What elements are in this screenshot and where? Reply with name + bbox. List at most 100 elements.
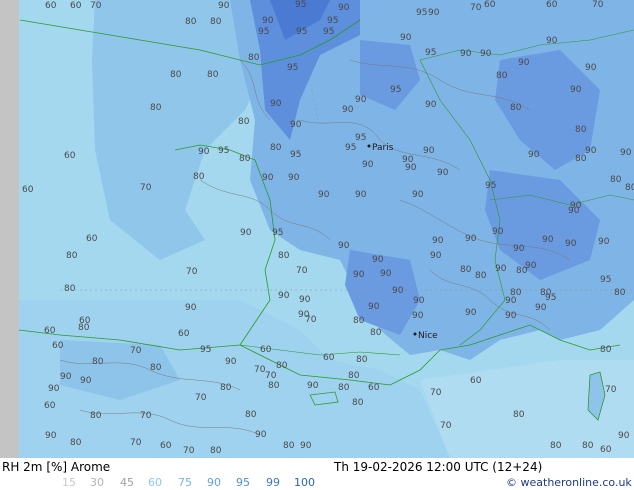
isohume-label: 90 [570,85,582,95]
isohume-label: 90 [48,384,60,394]
isohume-label: 80 [610,175,622,185]
isohume-label: 90 [290,120,302,130]
isohume-label: 90 [299,295,311,305]
scale-step: 90 [207,476,221,489]
isohume-label: 80 [150,103,162,113]
isohume-label: 90 [413,296,425,306]
isohume-label: 70 [265,371,277,381]
isohume-label: 90 [45,431,57,441]
isohume-label: 60 [470,376,482,386]
isohume-label: 90 [425,100,437,110]
isohume-label: 60 [52,341,64,351]
scale-step: 60 [148,476,162,489]
isohume-label: 80 [352,398,364,408]
city-label-nice: Nice [418,331,438,341]
isohume-label: 70 [90,1,102,11]
isohume-label: 90 [198,147,210,157]
isohume-label: 90 [495,264,507,274]
isohume-label: 95 [218,146,229,156]
isohume-label: 95 [290,150,301,160]
isohume-label: 70 [130,346,142,356]
isohume-label: 90 [412,190,424,200]
isohume-label: 60 [260,345,272,355]
footer: RH 2m [%] Arome Th 19-02-2026 12:00 UTC … [0,458,634,490]
isohume-label: 80 [614,288,626,298]
isohume-label: 95 [272,228,283,238]
isohume-label: 90 [270,99,282,109]
isohume-label: 80 [625,183,634,193]
isohume-label: 70 [440,421,452,431]
isohume-label: 60 [484,0,496,10]
scale-step: 30 [90,476,104,489]
isohume-label: 70 [195,393,207,403]
isohume-label: 70 [605,385,617,395]
isohume-label: 80 [70,438,82,448]
isohume-label: 90 [480,49,492,59]
isohume-label: 90 [518,58,530,68]
isohume-label: 70 [140,411,152,421]
isohume-label: 80 [460,265,472,275]
isohume-label: 80 [90,411,102,421]
isohume-label: 80 [210,17,222,27]
isohume-label: 90 [278,291,290,301]
isohume-label: 90 [240,228,252,238]
map-title: RH 2m [%] Arome [2,460,111,474]
isohume-label: 90 [185,303,197,313]
isohume-label: 80 [513,410,525,420]
isohume-label: 90 [402,155,414,165]
isohume-label: 80 [92,357,104,367]
isohume-label: 90 [225,357,237,367]
isohume-label: 70 [186,267,198,277]
isohume-label: 80 [353,316,365,326]
city-marker [367,144,371,148]
isohume-label: 90 [598,237,610,247]
isohume-label: 70 [430,388,442,398]
isohume-label: 90 [338,3,350,13]
isohume-label: 70 [592,0,604,10]
isohume-label: 80 [575,154,587,164]
isohume-label: 60 [178,329,190,339]
isohume-label: 80 [575,125,587,135]
isohume-label: 70 [296,266,308,276]
isohume-label: 60 [323,353,335,363]
isohume-label: 70 [130,438,142,448]
isohume-label: 90 [262,16,274,26]
isohume-label: 95 [323,27,334,37]
isohume-label: 90 [430,251,442,261]
isohume-label: 90 [342,105,354,115]
isohume-label: 90 [255,430,267,440]
isohume-label: 95 [258,27,269,37]
isohume-label: 60 [368,383,380,393]
isohume-label: 90 [338,241,350,251]
isohume-label: 90 [432,236,444,246]
credit-link[interactable]: © weatheronline.co.uk [506,476,632,490]
isohume-label: 80 [66,251,78,261]
isohume-label: 80 [550,441,562,451]
isohume-label: 60 [45,1,57,11]
map-frame: 60 60 70 95 90 70 60 60 70 80 80 90 95 90 95 95 95 90 95 80… [0,0,634,490]
isohume-label: 80 [582,441,594,451]
isohume-label: 90 [372,255,384,265]
isohume-label: 80 [245,410,257,420]
isohume-label: 60 [546,0,558,10]
isohume-label: 90 [492,227,504,237]
isohume-label: 80 [64,284,76,294]
isohume-label: 95 [600,275,611,285]
isohume-label: 60 [22,185,34,195]
isohume-label: 80 [185,17,197,27]
isohume-label: 60 [64,151,76,161]
isohume-label: 95 [355,133,366,143]
isohume-label: 80 [268,381,280,391]
scale-step: 45 [120,476,134,489]
scale-step: 95 [236,476,250,489]
isohume-label: 90 [460,49,472,59]
isohume-label: 70 [305,315,317,325]
isohume-label: 80 [338,383,350,393]
isohume-label: 60 [70,1,82,11]
isohume-label: 80 [248,53,260,63]
isohume-label: 60 [44,326,56,336]
scale-step: 15 [62,476,76,489]
isohume-label: 90 [80,376,92,386]
scale-step: 100 [294,476,315,489]
isohume-label: 90 [355,95,367,105]
